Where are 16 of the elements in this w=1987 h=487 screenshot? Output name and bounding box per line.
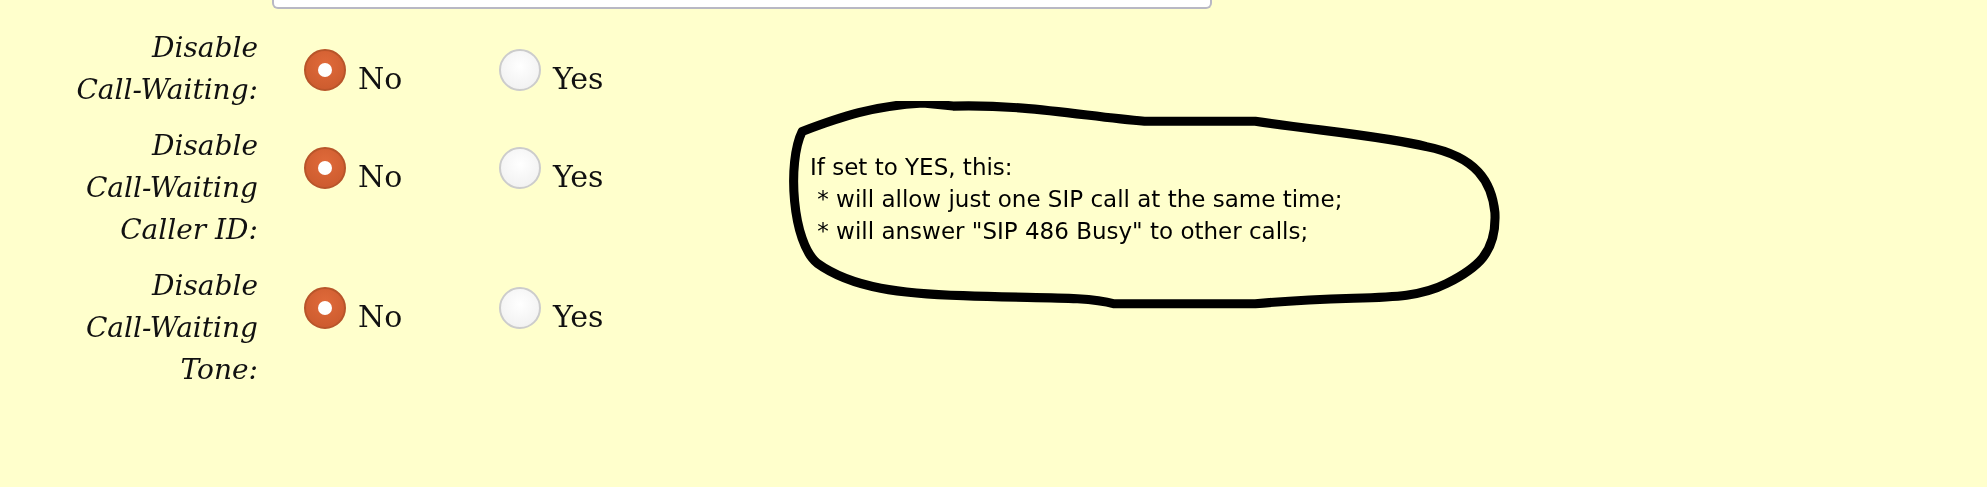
input-field[interactable] — [272, 0, 1212, 9]
radio-button[interactable] — [304, 147, 346, 189]
option-label: Yes — [553, 159, 604, 194]
field-label: Disable Call-Waiting Caller ID: — [84, 128, 258, 248]
field-label: Disable Call-Waiting Tone: — [84, 268, 258, 388]
radio-button[interactable] — [304, 49, 346, 91]
note-text: * will allow just one SIP call at the same time; — [816, 185, 1343, 214]
option-label: No — [358, 159, 403, 194]
note-text: If set to YES, this: — [810, 153, 1013, 182]
radio-button[interactable] — [304, 287, 346, 329]
field-label: Disable Call-Waiting: — [75, 30, 258, 108]
option-label: No — [358, 61, 403, 96]
option-label: Yes — [553, 61, 604, 96]
option-label: No — [358, 299, 403, 334]
note-text: * will answer "SIP 486 Busy" to other calls; — [816, 217, 1309, 246]
option-label: Yes — [553, 299, 604, 334]
